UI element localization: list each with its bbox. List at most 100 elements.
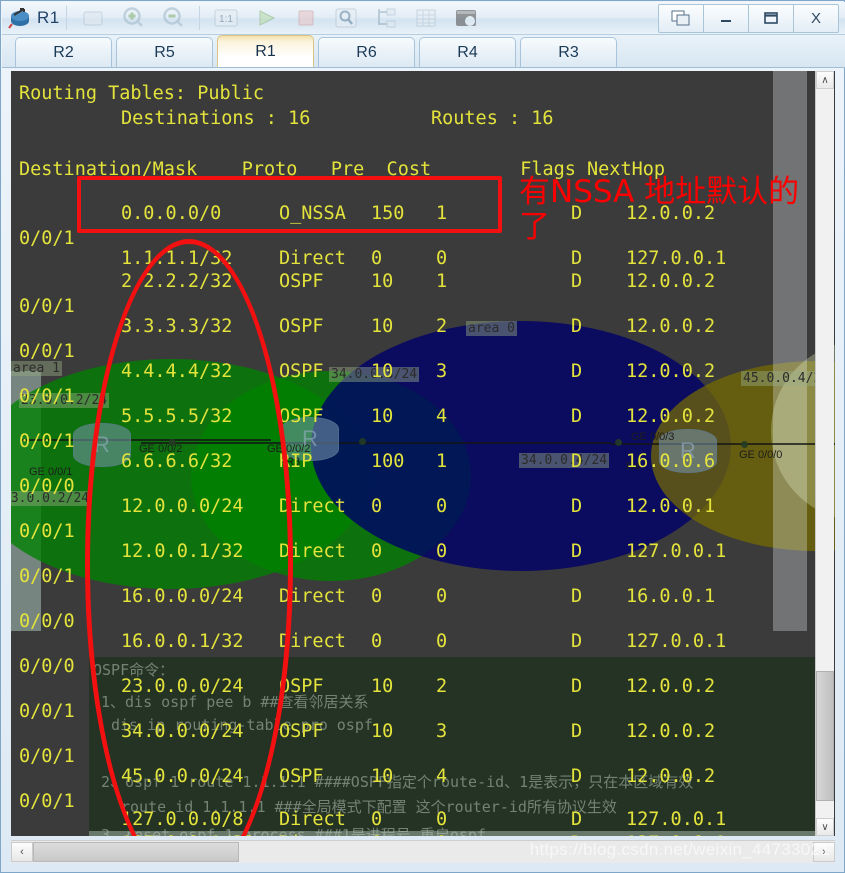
cell-iface: 0/0/1	[19, 566, 75, 587]
cell-pre: 0	[371, 541, 383, 562]
cell-pre: 10	[371, 271, 394, 292]
cell-iface: 0/0/1	[19, 228, 75, 249]
horizontal-scroll-thumb[interactable]	[33, 842, 239, 862]
tab-r4[interactable]: R4	[419, 37, 516, 67]
annotation-note-text: 有NSSA 地址默认的 了	[519, 174, 800, 245]
console-output-area[interactable]: R R R area 1 area 0 23.0.0.2/24 34.0.0.3…	[11, 71, 835, 836]
cell-proto: Direct	[279, 809, 346, 830]
stop-icon[interactable]	[286, 3, 326, 33]
tab-strip: R2 R5 R1 R6 R4 R3	[2, 35, 845, 68]
cell-iface: 0/0/0	[19, 476, 75, 497]
cell-iface: 0/0/1	[19, 296, 75, 317]
cell-nexthop: 12.0.0.2	[626, 676, 716, 697]
destinations-label: Destinations :	[121, 108, 277, 129]
scroll-down-button[interactable]: ∨	[816, 818, 834, 836]
term-routes: Routes : 16	[431, 108, 554, 129]
title-bar: R1 1:1 X	[2, 2, 845, 35]
cell-pre: 0	[371, 809, 383, 830]
cell-proto: OSPF	[279, 361, 324, 382]
cell-cost: 2	[436, 676, 448, 697]
maximize-button[interactable]	[748, 3, 794, 33]
cell-cost: 0	[436, 541, 448, 562]
cell-pre: 0	[371, 496, 383, 517]
cell-iface: 0/0/1	[19, 701, 75, 722]
actual-size-icon[interactable]: 1:1	[206, 3, 246, 33]
cell-nexthop: 12.0.0.2	[626, 766, 716, 787]
term-destinations: Destinations : 16	[121, 108, 310, 129]
cell-flags: D	[571, 766, 583, 787]
cell-pre: 10	[371, 316, 394, 337]
cell-iface: 0/0/1	[19, 521, 75, 542]
zoom-in-icon[interactable]	[113, 3, 153, 33]
cell-iface: 0/0/0	[19, 656, 75, 677]
annotation-highlight-box	[77, 176, 502, 233]
window-title: R1	[37, 8, 60, 27]
destinations-value: 16	[288, 108, 311, 129]
cell-pre: 10	[371, 676, 394, 697]
cell-pre: 0	[371, 631, 383, 652]
find-icon[interactable]	[326, 3, 366, 33]
start-icon[interactable]	[246, 3, 286, 33]
cell-nexthop: 127.0.0.1	[626, 809, 727, 830]
cell-nexthop: 12.0.0.2	[626, 361, 716, 382]
tab-r1[interactable]: R1	[217, 35, 314, 67]
vertical-scrollbar[interactable]: ∧ ∨	[815, 71, 834, 836]
cell-cost: 3	[436, 721, 448, 742]
grid-icon[interactable]	[406, 3, 446, 33]
tab-r6[interactable]: R6	[318, 37, 415, 67]
scroll-left-button[interactable]: ‹	[11, 842, 33, 862]
routes-label: Routes :	[431, 108, 521, 129]
cell-pre: 10	[371, 766, 394, 787]
cell-pre: 0	[371, 248, 383, 269]
cell-cost: 1	[436, 451, 448, 472]
tab-r5[interactable]: R5	[116, 37, 213, 67]
cell-flags: D	[571, 496, 583, 517]
cell-nexthop: 12.0.0.2	[626, 316, 716, 337]
toolbar-divider-2	[198, 6, 200, 30]
term-title-line: Routing Tables: Public	[19, 83, 265, 104]
zoom-out-icon[interactable]	[153, 3, 193, 33]
cell-proto: OSPF	[279, 316, 324, 337]
capture-icon[interactable]	[446, 3, 486, 33]
cell-pre: 0	[371, 586, 383, 607]
cell-proto: OSPF	[279, 406, 324, 427]
cell-cost: 0	[436, 496, 448, 517]
scroll-up-button[interactable]: ∧	[816, 71, 834, 89]
cell-proto: Direct	[279, 248, 346, 269]
cell-proto: OSPF	[279, 766, 324, 787]
cell-proto: Direct	[279, 833, 346, 836]
cell-nexthop: 16.0.0.6	[626, 451, 716, 472]
cell-flags: D	[571, 586, 583, 607]
cell-cost: 1	[436, 271, 448, 292]
cell-nexthop: 127.0.0.1	[626, 631, 727, 652]
cell-cost: 0	[436, 809, 448, 830]
vertical-scroll-thumb[interactable]	[816, 671, 834, 801]
cell-iface: 0/0/1	[19, 431, 75, 452]
cell-cost: 0	[436, 631, 448, 652]
cell-pre: 10	[371, 406, 394, 427]
cell-flags: D	[571, 631, 583, 652]
close-button[interactable]: X	[793, 3, 839, 33]
cascade-windows-button[interactable]	[658, 3, 704, 33]
cell-nexthop: 12.0.0.2	[626, 406, 716, 427]
cell-cost: 4	[436, 406, 448, 427]
cell-flags: D	[571, 316, 583, 337]
cell-pre: 10	[371, 361, 394, 382]
minimize-button[interactable]	[703, 3, 749, 33]
cell-flags: D	[571, 248, 583, 269]
tab-r3[interactable]: R3	[520, 37, 617, 67]
topology-icon[interactable]	[366, 3, 406, 33]
cell-flags: D	[571, 406, 583, 427]
cell-flags: D	[571, 809, 583, 830]
new-icon[interactable]	[73, 3, 113, 33]
window-frame: R1 1:1 X R2 R5 R1 R6 R4 R3 R R R area 1 …	[0, 0, 845, 873]
cell-nexthop: 16.0.0.1	[626, 586, 716, 607]
cell-flags: D	[571, 833, 582, 836]
cell-cost: 2	[436, 316, 448, 337]
cell-pre: 0	[371, 833, 382, 836]
tab-r2[interactable]: R2	[15, 37, 112, 67]
cell-pre: 100	[371, 451, 405, 472]
cell-cost: 4	[436, 766, 448, 787]
cell-flags: D	[571, 541, 583, 562]
cell-proto: OSPF	[279, 271, 324, 292]
